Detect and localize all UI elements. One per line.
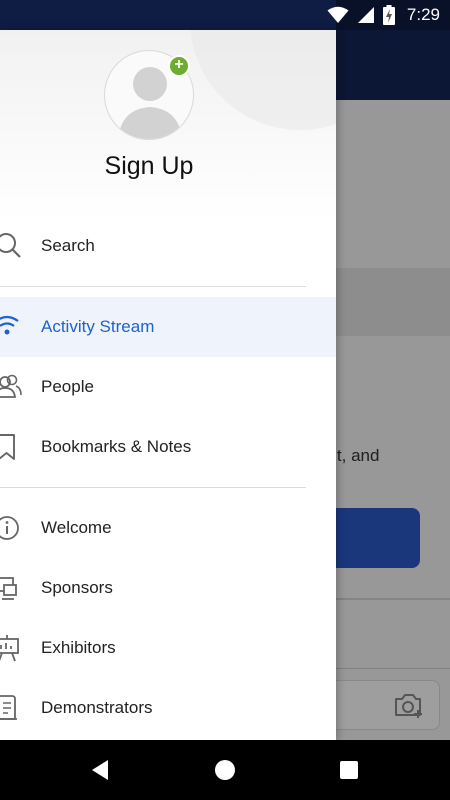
menu-item-exhibitors[interactable]: Exhibitors — [0, 618, 336, 678]
menu-item-label: People — [41, 377, 94, 396]
drawer-header: + Sign Up — [0, 30, 336, 220]
system-nav-bar — [0, 740, 450, 800]
menu-item-sponsors[interactable]: Sponsors — [0, 558, 336, 618]
people-icon — [0, 371, 24, 403]
back-icon[interactable] — [90, 759, 110, 781]
menu-item-activity-stream[interactable]: Activity Stream — [0, 297, 336, 357]
menu-divider — [0, 487, 306, 488]
menu-item-label: Demonstrators — [41, 698, 153, 717]
menu-divider — [0, 286, 306, 287]
recent-apps-icon[interactable] — [340, 761, 358, 779]
cellular-signal-icon — [357, 7, 374, 23]
menu-item-label: Search — [41, 236, 95, 255]
search-icon — [0, 230, 24, 262]
status-bar: 7:29 — [0, 0, 450, 30]
menu-item-people[interactable]: People — [0, 357, 336, 417]
info-icon — [0, 512, 24, 544]
add-photo-badge[interactable]: + — [168, 55, 190, 77]
drawer-scrim[interactable] — [336, 0, 450, 740]
menu-item-welcome[interactable]: Welcome — [0, 498, 336, 558]
navigation-drawer: + Sign Up Search Activity Stream People … — [0, 30, 336, 740]
menu-item-label: Activity Stream — [41, 317, 155, 336]
menu-item-label: Sponsors — [41, 578, 113, 597]
bookmark-icon — [0, 431, 24, 463]
sponsors-icon — [0, 572, 24, 604]
menu-item-label: Exhibitors — [41, 638, 116, 657]
home-icon[interactable] — [215, 760, 235, 780]
sign-up-link[interactable]: Sign Up — [0, 152, 298, 181]
demonstrators-icon — [0, 692, 24, 724]
activity-stream-icon — [0, 311, 24, 343]
menu-item-search[interactable]: Search — [0, 216, 336, 276]
menu-item-demonstrators[interactable]: Demonstrators — [0, 678, 336, 738]
status-time: 7:29 — [406, 5, 440, 24]
menu-item-label: Bookmarks & Notes — [41, 437, 192, 456]
menu-item-label: Welcome — [41, 518, 112, 537]
menu-item-bookmarks-notes[interactable]: Bookmarks & Notes — [0, 417, 336, 477]
exhibitors-icon — [0, 632, 24, 664]
header-decoration — [190, 30, 336, 130]
battery-charging-icon — [382, 5, 395, 25]
wifi-icon — [327, 6, 349, 23]
